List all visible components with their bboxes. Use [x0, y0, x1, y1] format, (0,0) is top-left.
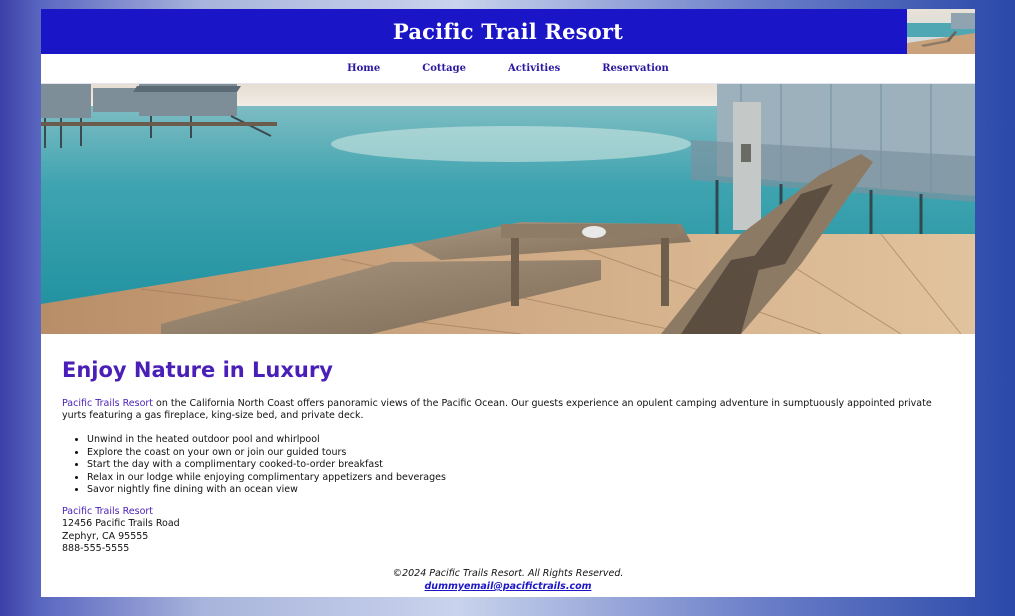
address-street: 12456 Pacific Trails Road: [62, 518, 180, 530]
contact-address: Pacific Trails Resort 12456 Pacific Trai…: [62, 506, 954, 556]
address-resort-name: Pacific Trails Resort: [62, 505, 154, 517]
intro-paragraph: Pacific Trails Resort on the California …: [62, 398, 954, 422]
copyright-text: ©2024 Pacific Trails Resort. All Rights …: [392, 568, 624, 579]
list-item: Savor nightly fine dining with an ocean …: [87, 484, 954, 497]
main-content: Enjoy Nature in Luxury Pacific Trails Re…: [41, 358, 975, 556]
page-wrapper: Pacific Trail Resort Home Cottage Activi…: [41, 9, 975, 597]
hero-image: [41, 84, 975, 334]
site-header: Pacific Trail Resort: [41, 9, 975, 54]
header-thumbnail-image: [907, 9, 975, 54]
intro-text: on the California North Coast offers pan…: [62, 398, 932, 421]
list-item: Explore the coast on your own or join ou…: [87, 447, 954, 460]
nav-home-link[interactable]: Home: [347, 63, 380, 74]
main-heading: Enjoy Nature in Luxury: [62, 358, 333, 382]
intro-resort-name: Pacific Trails Resort: [62, 398, 154, 409]
nav-reservation-link[interactable]: Reservation: [602, 63, 669, 74]
site-footer: ©2024 Pacific Trails Resort. All Rights …: [41, 567, 975, 593]
list-item: Start the day with a complimentary cooke…: [87, 459, 954, 472]
nav-activities-link[interactable]: Activities: [508, 63, 560, 74]
address-phone: 888-555-5555: [62, 543, 130, 555]
site-title: Pacific Trail Resort: [392, 19, 624, 44]
list-item: Unwind in the heated outdoor pool and wh…: [87, 434, 954, 447]
nav-cottage-link[interactable]: Cottage: [422, 63, 466, 74]
list-item: Relax in our lodge while enjoying compli…: [87, 472, 954, 485]
feature-list: Unwind in the heated outdoor pool and wh…: [62, 434, 954, 497]
address-city: Zephyr, CA 95555: [62, 530, 149, 542]
main-nav: Home Cottage Activities Reservation: [41, 54, 975, 84]
footer-email-link[interactable]: dummyemail@pacifictrails.com: [41, 580, 975, 593]
